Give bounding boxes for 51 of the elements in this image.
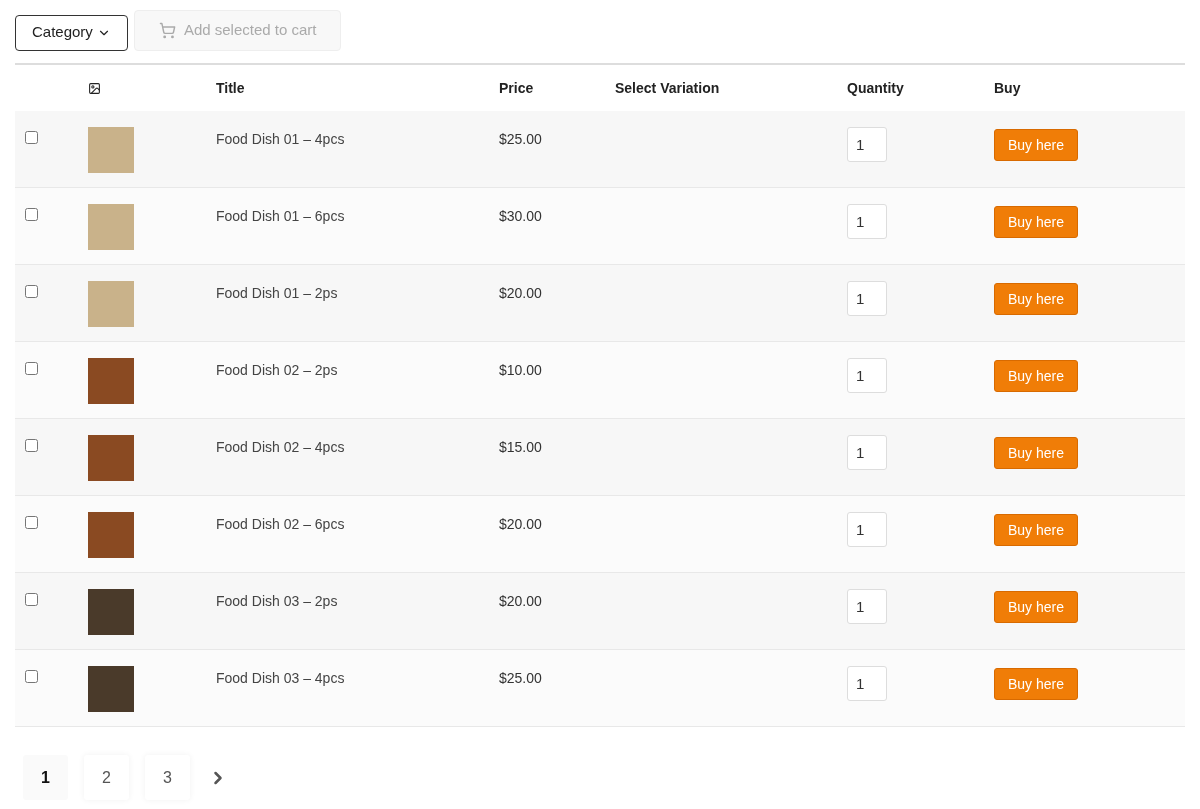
column-header: Select Variation: [615, 79, 720, 96]
row-checkbox[interactable]: [25, 439, 38, 452]
page-button[interactable]: 1: [23, 755, 68, 800]
product-price: $20.00: [499, 285, 542, 301]
product-title[interactable]: Food Dish 02 – 4pcs: [216, 439, 345, 455]
row-checkbox[interactable]: [25, 670, 38, 683]
product-price: $20.00: [499, 593, 542, 609]
column-header: Buy: [994, 79, 1021, 96]
column-header: Price: [499, 79, 534, 96]
product-title[interactable]: Food Dish 03 – 4pcs: [216, 670, 345, 686]
quantity-field[interactable]: 1: [847, 666, 887, 701]
photo-placeholder: [88, 281, 134, 327]
product-title[interactable]: Food Dish 01 – 4pcs: [216, 131, 345, 147]
product-price: $15.00: [499, 439, 542, 455]
product-price: $25.00: [499, 131, 542, 147]
quantity-field[interactable]: 1: [847, 358, 887, 393]
page-button[interactable]: 2: [84, 755, 129, 800]
row-checkbox[interactable]: [25, 362, 38, 375]
quantity-field[interactable]: 1: [847, 281, 887, 316]
row-checkbox[interactable]: [25, 285, 38, 298]
photo-placeholder: [88, 204, 134, 250]
product-price: $10.00: [499, 362, 542, 378]
product-price: $20.00: [499, 516, 542, 532]
product-price: $30.00: [499, 208, 542, 224]
product-title[interactable]: Food Dish 02 – 6pcs: [216, 516, 345, 532]
row-checkbox[interactable]: [25, 516, 38, 529]
cart-icon: [158, 22, 176, 39]
photo-placeholder: [88, 127, 134, 173]
image-icon: [88, 81, 101, 95]
product-price: $25.00: [499, 670, 542, 686]
row-checkbox[interactable]: [25, 593, 38, 606]
photo-placeholder: [88, 512, 134, 558]
product-title[interactable]: Food Dish 02 – 2ps: [216, 362, 338, 378]
row-checkbox[interactable]: [25, 131, 38, 144]
product-title[interactable]: Food Dish 03 – 2ps: [216, 593, 338, 609]
quantity-field[interactable]: 1: [847, 127, 887, 162]
product-title[interactable]: Food Dish 01 – 2ps: [216, 285, 338, 301]
photo-placeholder: [88, 666, 134, 712]
quantity-field[interactable]: 1: [847, 512, 887, 547]
row-checkbox[interactable]: [25, 208, 38, 221]
photo-placeholder: [88, 589, 134, 635]
column-header: Title: [216, 79, 245, 96]
quantity-field[interactable]: 1: [847, 589, 887, 624]
column-header: Quantity: [847, 79, 904, 96]
category-dropdown[interactable]: Category: [15, 14, 128, 51]
product-title[interactable]: Food Dish 01 – 6pcs: [216, 208, 345, 224]
photo-placeholder: [88, 358, 134, 404]
photo-placeholder: [88, 435, 134, 481]
quantity-field[interactable]: 1: [847, 204, 887, 239]
page-button[interactable]: 3: [145, 755, 190, 800]
quantity-field[interactable]: 1: [847, 435, 887, 470]
